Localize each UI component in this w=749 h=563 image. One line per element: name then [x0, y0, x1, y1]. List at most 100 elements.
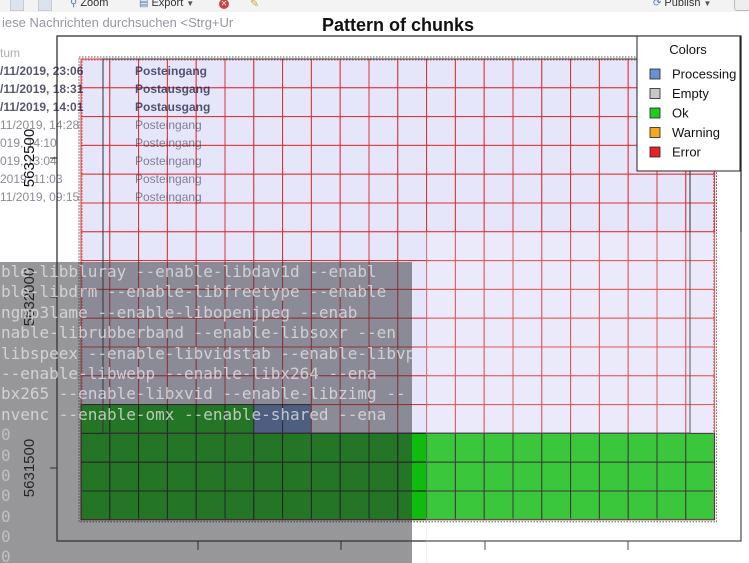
chunk-cell-empty: [454, 116, 485, 146]
list-item[interactable]: 019, 14:10 Posteingang: [0, 134, 230, 152]
chunk-cell-empty: [454, 58, 485, 89]
chunk-cell-empty: [512, 87, 543, 118]
chunk-cell-empty: [368, 202, 399, 233]
terminal-line: nable-librubberband --enable-libsoxr --e…: [1, 323, 396, 343]
chunk-cell-empty: [598, 173, 629, 204]
list-item-folder: Postausgang: [135, 82, 211, 96]
chunk-cell-empty: [426, 173, 456, 204]
terminal-line: 0: [1, 445, 11, 465]
chunk-cell-empty: [426, 58, 456, 89]
legend-swatch: [649, 107, 661, 119]
chunk-cell-empty: [598, 144, 629, 175]
legend: Colors Processing Empty Ok Warning Error: [636, 35, 741, 172]
chunk-cell-empty: [339, 173, 370, 204]
chunk-cell-empty: [368, 231, 399, 262]
list-item[interactable]: 019, 13:04 Posteingang: [0, 152, 230, 170]
chunk-cell-empty: [339, 116, 370, 146]
chunk-cell-empty: [368, 144, 399, 175]
chunk-cell-empty: [426, 87, 456, 118]
list-item[interactable]: 11/2019, 14:28 Posteingang: [0, 116, 230, 134]
chunk-cell-empty: [454, 87, 485, 118]
legend-label: Warning: [672, 125, 720, 140]
chunk-cell-empty: [310, 116, 341, 146]
list-item-date: /11/2019, 23:06: [0, 64, 84, 78]
chunk-cell-empty: [512, 173, 543, 204]
chunk-cell-empty: [541, 58, 572, 89]
chunk-cell-empty: [656, 202, 687, 233]
chunk-cell-empty: [397, 87, 428, 118]
chunk-cell-empty: [483, 202, 514, 233]
legend-title: Colors: [669, 42, 707, 57]
chunk-cell-empty: [570, 116, 600, 146]
legend-label: Empty: [672, 86, 709, 101]
legend-label: Error: [672, 145, 702, 160]
terminal-line: --enable-libwebp --enable-libx264 --ena: [1, 363, 377, 383]
terminal-line: libspeex --enable-libvidstab --enable-li…: [1, 343, 412, 363]
list-item-date: 019, 14:10: [0, 136, 57, 150]
chunk-cell-empty: [397, 58, 428, 89]
list-item[interactable]: 2019, 11:03 Posteingang: [0, 170, 230, 188]
chunk-cell-empty: [483, 58, 514, 89]
list-item-folder: Posteingang: [135, 64, 208, 78]
terminal-line: ble-libbluray --enable-libdav1d --enabl: [1, 262, 377, 281]
message-list-ghost: tum /11/2019, 23:06 Posteingang/11/2019, …: [0, 44, 230, 244]
chunk-cell-empty: [253, 58, 284, 89]
chunk-cell-empty: [310, 173, 341, 204]
chunk-cell-empty: [310, 144, 341, 175]
chunk-cell-empty: [454, 144, 485, 175]
chunk-cell-empty: [282, 173, 312, 204]
chunk-cell-empty: [339, 87, 370, 118]
legend-label: Processing: [672, 67, 736, 82]
terminal-ghost: ble-libbluray --enable-libdav1d --enabl b…: [0, 262, 412, 563]
chunk-cell-empty: [598, 87, 629, 118]
search-field-ghost: iese Nachrichten durchsuchen <Strg+Ur: [2, 15, 234, 30]
chunk-cell-empty: [368, 58, 399, 89]
legend-swatch: [649, 88, 661, 99]
terminal-line: 0: [1, 425, 11, 445]
chunk-cell-empty: [656, 173, 687, 204]
chunk-cell-empty: [310, 202, 341, 233]
chunk-cell-empty: [512, 144, 543, 175]
chunk-cell-empty: [483, 144, 514, 175]
chart-title: Pattern of chunks: [322, 15, 474, 35]
chunk-cell-empty: [541, 202, 572, 233]
chunk-cell-empty: [541, 116, 572, 146]
list-item-folder: Postausgang: [135, 100, 211, 114]
terminal-line: ngmp3lame --enable-libopenjpeg --enab: [1, 302, 358, 322]
chunk-cell-empty: [483, 116, 514, 146]
terminal-line: bx265 --enable-libxvid --enable-libzimg …: [1, 384, 406, 404]
chunk-cell-empty: [454, 173, 485, 204]
terminal-line: nvenc --enable-omx --enable-shared --ena: [1, 404, 387, 424]
list-item-date: /11/2019, 18:31: [0, 82, 84, 96]
terminal-line: 0: [1, 527, 11, 547]
list-item-date: 019, 13:04: [0, 154, 57, 168]
chunk-cell-empty: [397, 173, 428, 204]
list-item-folder: Posteingang: [135, 118, 202, 132]
chunk-cell-empty: [512, 202, 543, 233]
chunk-cell-empty: [397, 116, 428, 146]
list-item-folder: Posteingang: [135, 172, 202, 186]
chunk-cell-empty: [253, 116, 284, 146]
list-item[interactable]: /11/2019, 14:01 Postausgang: [0, 98, 230, 116]
chunk-cell-empty: [570, 173, 600, 204]
chunk-cell-empty: [570, 144, 600, 175]
list-item-folder: Posteingang: [135, 190, 202, 204]
terminal-line: 0: [1, 506, 11, 526]
chunk-cell-empty: [253, 231, 284, 262]
chunk-cell-empty: [483, 173, 514, 204]
chunk-cell-empty: [570, 202, 600, 233]
chunk-cell-empty: [339, 144, 370, 175]
chunk-cell-empty: [426, 202, 456, 233]
list-header: tum: [0, 46, 21, 60]
list-item[interactable]: 11/2019, 09:15 Posteingang: [0, 188, 230, 206]
list-item[interactable]: /11/2019, 18:31 Postausgang: [0, 80, 230, 98]
chunk-cell-empty: [627, 173, 658, 204]
chunk-cell-empty: [512, 116, 543, 146]
chunk-cell-empty: [397, 231, 428, 262]
chunk-cell-empty: [282, 116, 312, 146]
chunk-cell-empty: [253, 173, 284, 204]
chunk-cell-empty: [339, 58, 370, 89]
chunk-cell-empty: [339, 202, 370, 233]
list-item[interactable]: /11/2019, 23:06 Posteingang: [0, 62, 230, 80]
list-item-date: 2019, 11:03: [0, 172, 63, 186]
